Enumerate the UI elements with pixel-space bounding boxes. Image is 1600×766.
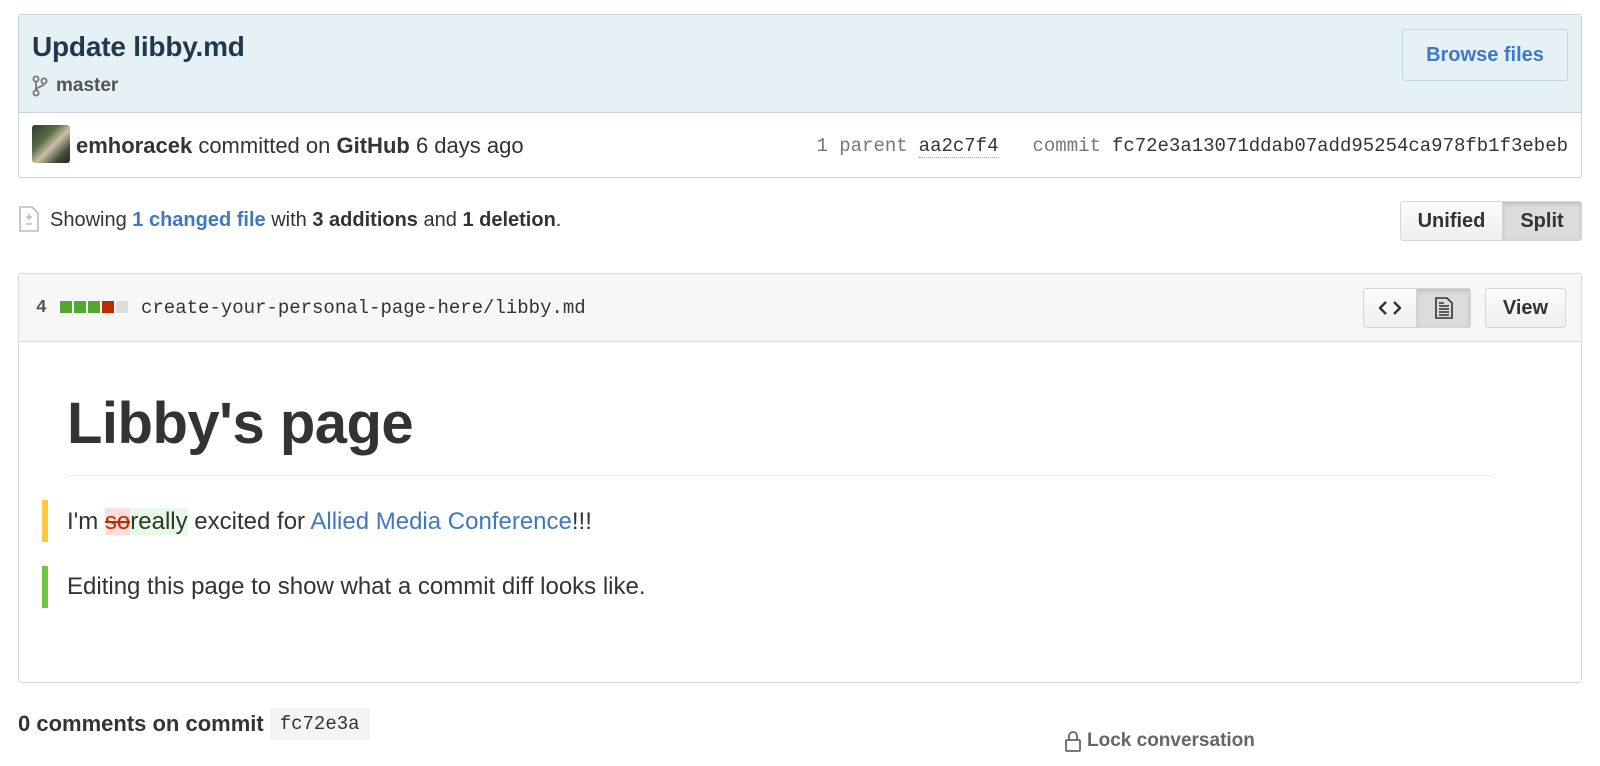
diffstat-deletion-block xyxy=(102,301,114,313)
additions-count: 3 additions xyxy=(312,209,418,231)
conference-link[interactable]: Allied Media Conference xyxy=(310,508,571,535)
deletions-count: 1 deletion xyxy=(462,209,556,231)
deleted-word: so xyxy=(104,508,131,535)
diffstat xyxy=(60,301,128,313)
code-icon xyxy=(1379,301,1401,315)
and-text: and xyxy=(423,209,457,231)
unified-button[interactable]: Unified xyxy=(1401,202,1503,240)
comments-header: 0 comments on commit fc72e3a xyxy=(18,708,370,740)
branch-name[interactable]: master xyxy=(56,75,118,97)
diffstat-addition-block xyxy=(74,301,86,313)
file-actions: View xyxy=(1363,288,1566,328)
file-header: 4 create-your-personal-page-here/libby.m… xyxy=(19,274,1581,342)
line1-middle: excited for xyxy=(187,508,311,535)
markdown-heading: Libby's page xyxy=(67,391,414,456)
commit-title-bar: Update libby.md master Browse files xyxy=(19,15,1581,113)
showing-text: Showing xyxy=(50,209,127,231)
changed-files-link[interactable]: 1 changed file xyxy=(132,209,265,231)
file-diff: 4 create-your-personal-page-here/libby.m… xyxy=(18,273,1582,683)
markdown-line-modified: I'm soreally excited for Allied Media Co… xyxy=(67,508,592,536)
line1-suffix: !!! xyxy=(571,508,592,535)
diff-view-toggle: Unified Split xyxy=(1400,201,1582,241)
commit-label: commit xyxy=(1032,135,1101,157)
rich-diff-button[interactable] xyxy=(1417,289,1470,327)
heading-rule xyxy=(67,475,1493,476)
added-marker xyxy=(42,566,48,608)
commit-time: 6 days ago xyxy=(415,133,524,158)
commit-header: Update libby.md master Browse files emho… xyxy=(18,14,1582,178)
toc-bar: Showing 1 changed file with 3 additions … xyxy=(18,200,1582,244)
browse-files-button[interactable]: Browse files xyxy=(1402,29,1568,81)
diffstat-addition-block xyxy=(60,301,72,313)
author-link[interactable]: emhoracek xyxy=(76,133,192,158)
period-text: . xyxy=(555,209,562,231)
comment-commit-sha: fc72e3a xyxy=(269,708,370,740)
diffstat-addition-block xyxy=(88,301,100,313)
markdown-line-added: Editing this page to show what a commit … xyxy=(67,573,646,600)
author-line: emhoracek committed on GitHub 6 days ago xyxy=(76,133,524,159)
platform-name: GitHub xyxy=(336,133,410,158)
avatar[interactable] xyxy=(32,125,70,163)
commit-meta: emhoracek committed on GitHub 6 days ago… xyxy=(19,113,1581,177)
line1-prefix: I'm xyxy=(67,508,105,535)
committed-on-text: committed on xyxy=(198,133,331,158)
display-mode-group xyxy=(1363,288,1471,328)
modified-marker xyxy=(42,500,48,542)
commit-page: Update libby.md master Browse files emho… xyxy=(0,0,1600,766)
diffstat-neutral-block xyxy=(116,301,128,313)
file-text-icon xyxy=(1434,297,1453,319)
rendered-markdown: Libby's page I'm soreally excited for Al… xyxy=(19,342,1581,682)
commit-title: Update libby.md xyxy=(32,31,245,62)
file-diff-icon xyxy=(19,206,39,232)
sha-block: 1 parent aa2c7f4 commit fc72e3a13071ddab… xyxy=(816,135,1568,158)
source-diff-button[interactable] xyxy=(1364,289,1417,327)
branch-info: master xyxy=(32,75,118,97)
parent-sha-link[interactable]: aa2c7f4 xyxy=(918,135,999,158)
lock-icon xyxy=(1065,731,1081,752)
view-file-button[interactable]: View xyxy=(1485,288,1566,328)
parent-label: 1 parent xyxy=(816,135,908,157)
comments-count: 0 comments on commit xyxy=(18,711,264,736)
inserted-word: really xyxy=(130,508,188,535)
toc-summary: Showing 1 changed file with 3 additions … xyxy=(50,209,561,232)
split-button[interactable]: Split xyxy=(1503,202,1581,240)
branch-icon xyxy=(32,75,48,97)
change-count: 4 xyxy=(36,298,47,318)
lock-conversation-link[interactable]: Lock conversation xyxy=(1064,730,1255,752)
lock-label: Lock conversation xyxy=(1087,730,1255,751)
commit-sha: fc72e3a13071ddab07add95254ca978fb1f3ebeb xyxy=(1111,135,1568,157)
with-text: with xyxy=(271,209,307,231)
file-path[interactable]: create-your-personal-page-here/libby.md xyxy=(141,297,586,319)
